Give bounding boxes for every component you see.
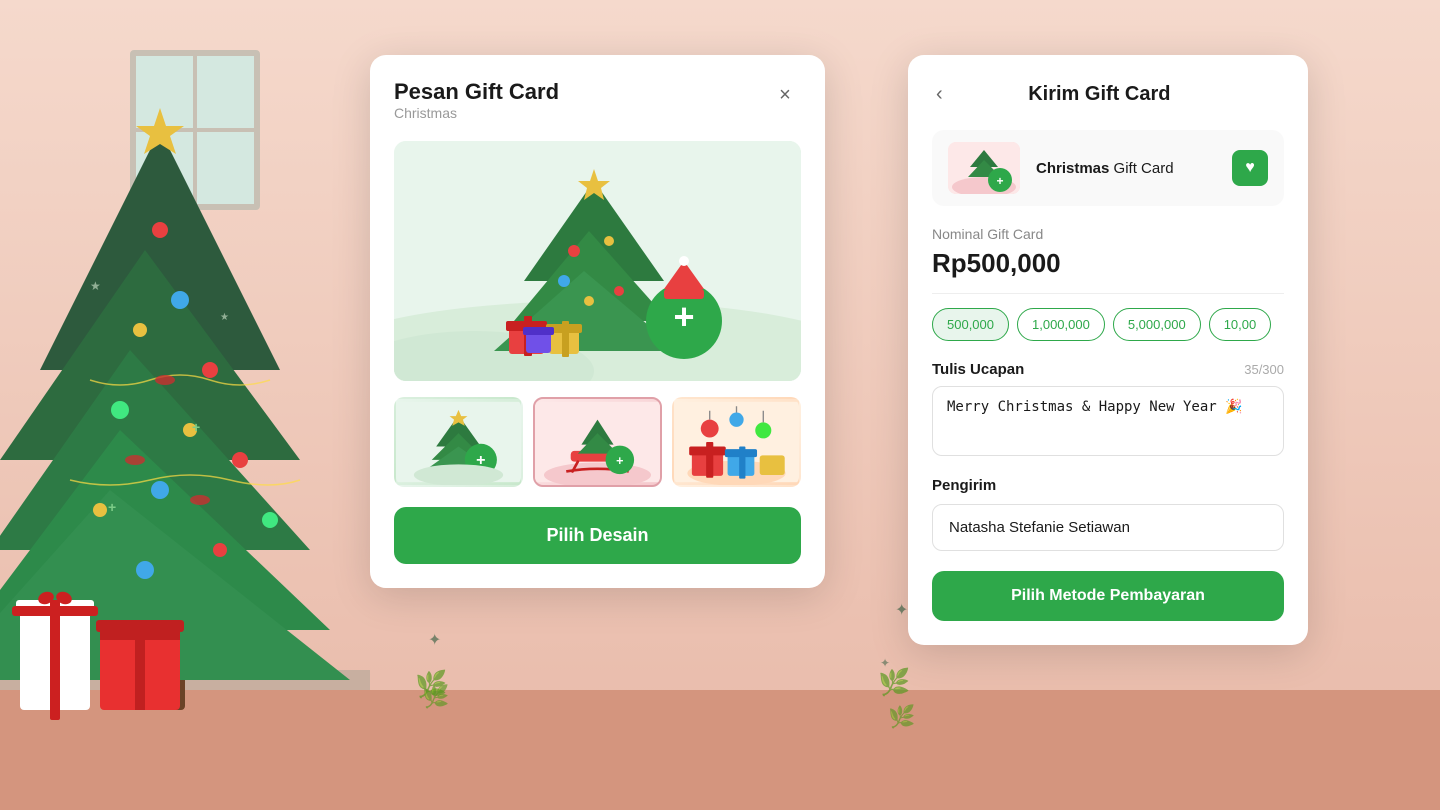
thumbnail-3[interactable] [672,397,801,487]
thumb-svg-1: + [396,399,521,485]
svg-text:+: + [616,454,623,468]
chip-10000k[interactable]: 10,00 [1209,308,1272,341]
modal-header: Pesan Gift Card Christmas × [394,79,801,137]
gift-card-preview: + Christmas Gift Card ♥ [932,130,1284,206]
back-button[interactable]: ‹ [932,79,947,110]
modal-title: Pesan Gift Card [394,79,559,105]
close-button[interactable]: × [769,79,801,111]
pengirim-label: Pengirim [932,477,1284,494]
panel-title: Kirim Gift Card [959,83,1240,106]
tree-area: ★ ★ + + [0,0,370,810]
gift-card-thumbnail: + [948,142,1020,194]
ucapan-header: Tulis Ucapan 35/300 [932,361,1284,378]
thumbnail-row: + + [394,397,801,487]
chip-500k[interactable]: 500,000 [932,308,1009,341]
main-card-image: + [394,141,801,381]
sparkle-2: ✦ [895,600,908,620]
kirim-gift-card-panel: ‹ Kirim Gift Card + Christmas Gift Card … [908,55,1308,645]
holly-decoration-2: 🌿 [422,684,449,710]
card-name-bold: Christmas [1036,160,1109,177]
ucapan-label: Tulis Ucapan [932,361,1024,378]
pengirim-input[interactable] [932,504,1284,551]
nominal-value: Rp500,000 [932,248,1284,279]
gift-card-name: Christmas Gift Card [1036,160,1216,177]
chip-1000k[interactable]: 1,000,000 [1017,308,1105,341]
gift-boxes-area [20,610,180,710]
chip-5000k[interactable]: 5,000,000 [1113,308,1201,341]
thumbnail-1[interactable]: + [394,397,523,487]
card-christmas-illustration: + [394,141,801,381]
card-name-rest: Gift Card [1109,160,1173,177]
ucapan-count: 35/300 [1244,362,1284,377]
pilih-desain-button[interactable]: Pilih Desain [394,507,801,564]
pilih-metode-button[interactable]: Pilih Metode Pembayaran [932,571,1284,621]
svg-text:+: + [108,499,116,515]
heart-button[interactable]: ♥ [1232,150,1268,186]
modal-subtitle: Christmas [394,105,559,121]
pesan-gift-card-modal: Pesan Gift Card Christmas × + [370,55,825,588]
thumb-svg-2: + [535,399,660,485]
gift-red [100,630,180,710]
svg-text:★: ★ [90,279,101,293]
panel-header: ‹ Kirim Gift Card [932,79,1284,110]
svg-text:+: + [996,174,1003,188]
svg-text:+: + [673,296,694,337]
sparkle-3: ✦ [880,656,890,670]
holly-decoration-4: 🌿 [888,704,915,730]
sparkle-1: ✦ [428,630,441,650]
gift-white [20,610,90,710]
thumb-svg-3 [674,399,799,485]
gift-card-thumb-svg: + [948,142,1020,194]
thumbnail-2[interactable]: + [533,397,662,487]
modal-header-text: Pesan Gift Card Christmas [394,79,559,137]
amount-chips: 500,000 1,000,000 5,000,000 10,00 [932,308,1284,341]
svg-text:+: + [192,419,200,435]
divider-1 [932,293,1284,294]
svg-text:★: ★ [220,312,229,323]
nominal-label: Nominal Gift Card [932,226,1284,242]
ucapan-textarea[interactable]: Merry Christmas & Happy New Year 🎉 [932,386,1284,456]
holly-decoration-3: 🌿 [878,667,910,698]
